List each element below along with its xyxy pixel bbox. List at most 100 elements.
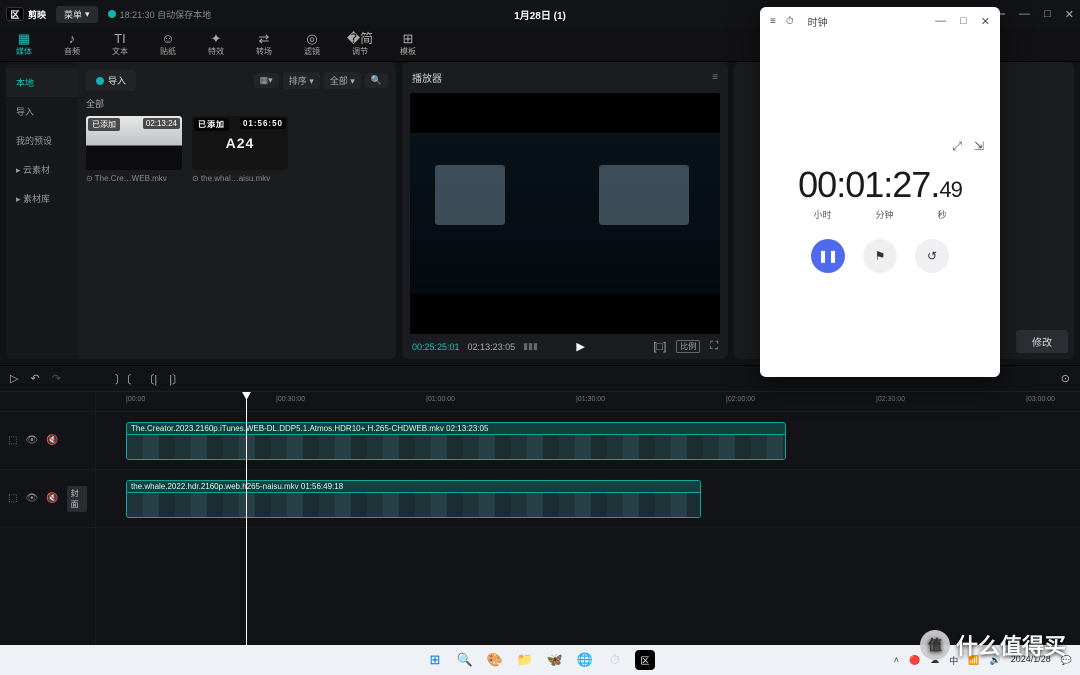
- timeline-settings-icon[interactable]: ⊙: [1061, 372, 1070, 385]
- clock-title: 时钟: [808, 14, 828, 29]
- video-viewport[interactable]: [410, 93, 720, 334]
- timeline-track[interactable]: the.whale.2022.hdr.2160p.web.h265-naisu.…: [96, 470, 1080, 528]
- hide-icon[interactable]: 👁: [25, 493, 38, 504]
- timeline-clip[interactable]: The.Creator.2023.2160p.iTunes.WEB-DL.DDP…: [126, 422, 786, 460]
- hours-label: 小时: [813, 208, 831, 221]
- start-icon[interactable]: ⊞: [425, 650, 445, 670]
- redo-icon[interactable]: ↷: [52, 372, 61, 385]
- windows-taskbar[interactable]: ⊞ 🔍 🎨 📁 🦋 🌐 ⏱ 区 ˄ 🔴 ☁ 中 📶 🔊 2024/1/28 💬: [0, 645, 1080, 675]
- minutes-label: 分钟: [875, 208, 893, 221]
- autosave-status: 18:21:30 自动保存本地: [108, 8, 212, 21]
- clock-minimize-icon[interactable]: —: [935, 15, 946, 28]
- tool-label: 模板: [400, 46, 416, 57]
- taskbar-jianying-icon[interactable]: 区: [635, 650, 655, 670]
- pin-icon[interactable]: ⇲: [974, 139, 984, 154]
- divider-icon: ⎯: [1000, 8, 1006, 21]
- clip-filename: ⊙ The.Cre…WEB.mkv: [86, 174, 182, 183]
- project-title: 1月28日 (1): [514, 7, 566, 22]
- tool-label: 文本: [112, 46, 128, 57]
- flag-button[interactable]: ⚑: [863, 239, 897, 273]
- tool-label: 调节: [352, 46, 368, 57]
- media-side-云素材[interactable]: ▸ 云素材: [6, 155, 78, 184]
- taskbar-app1-icon[interactable]: 🦋: [545, 650, 565, 670]
- ratio-button[interactable]: 比例: [676, 340, 700, 353]
- tool-label: 媒体: [16, 46, 32, 57]
- taskbar-edge-icon[interactable]: 🌐: [575, 650, 595, 670]
- mute-icon[interactable]: 🔇: [46, 435, 58, 446]
- filter-all-dropdown[interactable]: 全部 ▾: [324, 72, 361, 89]
- track-header-2[interactable]: ⬚ 👁 🔇 封面: [0, 470, 95, 528]
- media-side-素材库[interactable]: ▸ 素材库: [6, 184, 78, 213]
- stopwatch-time: 00:01:27.49: [798, 164, 962, 206]
- reset-button[interactable]: ↺: [915, 239, 949, 273]
- hide-icon[interactable]: 👁: [25, 435, 38, 446]
- tool-icon: ◎: [306, 32, 317, 45]
- modify-button[interactable]: 修改: [1016, 330, 1068, 353]
- player-menu-icon[interactable]: ≡: [712, 72, 718, 83]
- minimize-icon[interactable]: —: [1019, 8, 1030, 20]
- trim-right-icon[interactable]: |〕: [169, 371, 183, 387]
- clock-window[interactable]: ≡ ⏱ 时钟 — □ ✕ ⤢ ⇲ 00:01:27.49 小时 分钟 秒 ❚❚ …: [760, 7, 1000, 377]
- tool-转场[interactable]: ⇄转场: [240, 28, 288, 61]
- clock-close-icon[interactable]: ✕: [981, 15, 990, 28]
- taskbar-search-icon[interactable]: 🔍: [455, 650, 475, 670]
- timeline-track[interactable]: The.Creator.2023.2160p.iTunes.WEB-DL.DDP…: [96, 412, 1080, 470]
- media-section-label: 全部: [86, 97, 388, 110]
- lock-icon[interactable]: ⬚: [8, 435, 17, 446]
- tool-媒体[interactable]: ▦媒体: [0, 28, 48, 61]
- media-side-本地[interactable]: 本地: [6, 68, 78, 97]
- tool-icon: ♪: [69, 32, 76, 45]
- tool-特效[interactable]: ✦特效: [192, 28, 240, 61]
- tray-chevron-icon[interactable]: ˄: [894, 655, 899, 665]
- media-side-我的预设[interactable]: 我的预设: [6, 126, 78, 155]
- trim-left-icon[interactable]: 〔|: [143, 371, 157, 387]
- tool-模板[interactable]: ⊞模板: [384, 28, 432, 61]
- tool-label: 滤镜: [304, 46, 320, 57]
- crop-icon[interactable]: [□]: [654, 341, 667, 353]
- tool-调节[interactable]: �简调节: [336, 28, 384, 61]
- split-icon[interactable]: 〕〔: [115, 371, 132, 387]
- clock-maximize-icon[interactable]: □: [960, 15, 967, 28]
- timeline-clip[interactable]: the.whale.2022.hdr.2160p.web.h265-naisu.…: [126, 480, 701, 518]
- lock-icon[interactable]: ⬚: [8, 493, 17, 504]
- tool-文本[interactable]: TI文本: [96, 28, 144, 61]
- tool-label: 转场: [256, 46, 272, 57]
- clip-filename: ⊙ the.whal…aisu.mkv: [192, 174, 288, 183]
- app-logo: 区剪映: [6, 7, 46, 21]
- pause-button[interactable]: ❚❚: [811, 239, 845, 273]
- maximize-icon[interactable]: □: [1044, 8, 1051, 20]
- media-clip[interactable]: A24已添加01:56:50⊙ the.whal…aisu.mkv: [192, 116, 288, 183]
- tool-icon: ▦: [18, 32, 30, 45]
- tool-icon: ☺: [161, 32, 174, 45]
- sort-dropdown[interactable]: 排序 ▾: [283, 72, 320, 89]
- menu-button[interactable]: 菜单▾: [56, 6, 98, 23]
- import-button[interactable]: 导入: [86, 70, 136, 91]
- undo-icon[interactable]: ↶: [30, 372, 39, 385]
- fullscreen-icon[interactable]: ⛶: [710, 340, 718, 353]
- close-icon[interactable]: ✕: [1065, 8, 1074, 21]
- tray-app-icon[interactable]: 🔴: [909, 655, 920, 666]
- taskbar-explorer-icon[interactable]: 📁: [515, 650, 535, 670]
- media-clip[interactable]: 已添加02:13:24⊙ The.Cre…WEB.mkv: [86, 116, 182, 183]
- ruler-tick: |00:00: [126, 396, 145, 403]
- tool-音频[interactable]: ♪音频: [48, 28, 96, 61]
- search-icon[interactable]: 🔍: [365, 73, 388, 88]
- ruler-tick: |01:00:00: [426, 396, 455, 403]
- expand-icon[interactable]: ⤢: [952, 139, 962, 154]
- track-header-1[interactable]: ⬚ 👁 🔇: [0, 412, 95, 470]
- view-grid-icon[interactable]: ▦▾: [254, 73, 279, 88]
- tool-滤镜[interactable]: ◎滤镜: [288, 28, 336, 61]
- tool-icon: ⇄: [259, 32, 270, 45]
- player-title: 播放器: [412, 70, 442, 85]
- tool-贴纸[interactable]: ☺贴纸: [144, 28, 192, 61]
- tool-label: 特效: [208, 46, 224, 57]
- play-button[interactable]: ▶: [576, 340, 584, 353]
- taskbar-copilot-icon[interactable]: 🎨: [485, 650, 505, 670]
- media-side-导入[interactable]: 导入: [6, 97, 78, 126]
- mute-icon[interactable]: 🔇: [46, 493, 58, 504]
- hamburger-icon[interactable]: ≡: [770, 16, 776, 27]
- playhead[interactable]: [246, 392, 247, 645]
- cover-badge[interactable]: 封面: [67, 486, 87, 512]
- pointer-tool-icon[interactable]: ▷: [10, 372, 18, 385]
- taskbar-clock-icon[interactable]: ⏱: [605, 650, 625, 670]
